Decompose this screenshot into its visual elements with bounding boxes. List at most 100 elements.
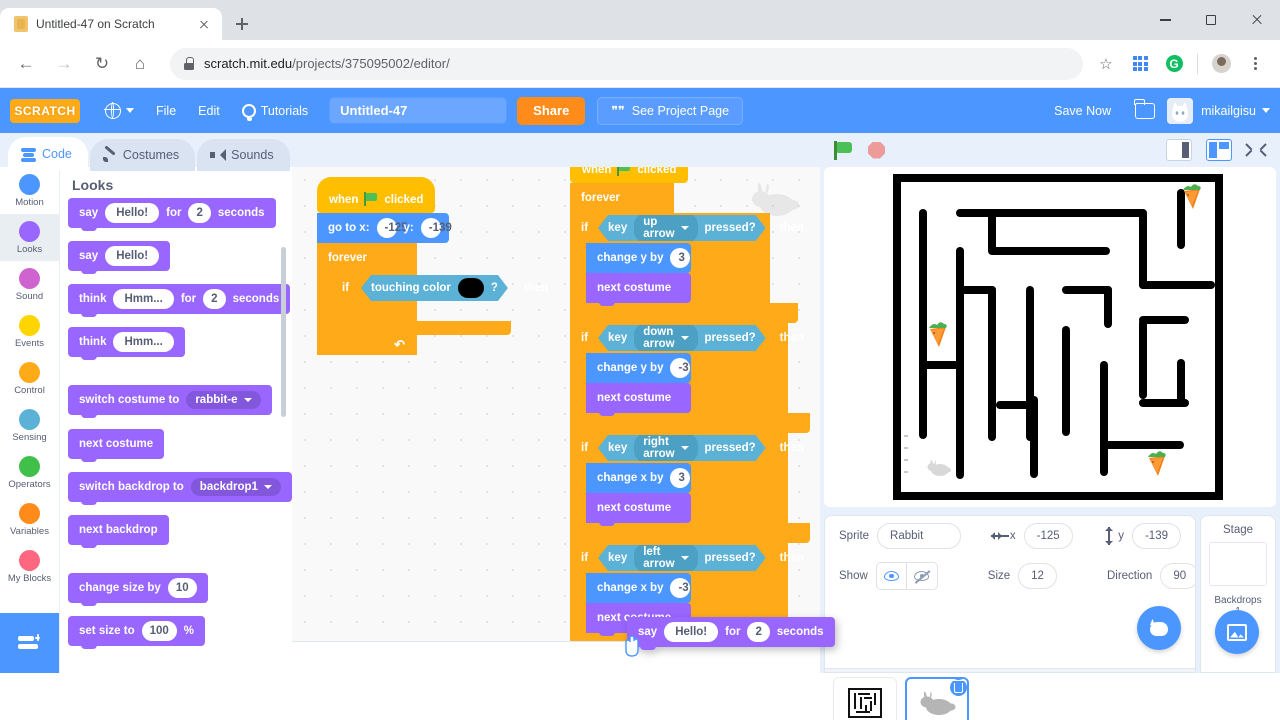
- block-input-y-delta[interactable]: 3: [670, 248, 691, 268]
- category-sound[interactable]: Sound: [0, 261, 59, 308]
- block-go-to-xy[interactable]: go to x: -125 y: -139: [317, 213, 452, 246]
- block-input-message[interactable]: Hello!: [105, 203, 160, 223]
- category-my-blocks[interactable]: My Blocks: [0, 543, 59, 590]
- block-if-right-arrow[interactable]: if key right arrow pressed? then change …: [570, 433, 810, 543]
- block-if-then[interactable]: if touching color ? then: [331, 273, 548, 335]
- category-events[interactable]: Events: [0, 308, 59, 355]
- new-tab-button[interactable]: [228, 10, 256, 38]
- home-icon[interactable]: ⌂: [124, 48, 156, 80]
- show-hidden-button[interactable]: [906, 562, 938, 590]
- tab-sounds[interactable]: Sounds: [197, 139, 290, 171]
- block-input-message[interactable]: Hmm...: [113, 289, 174, 309]
- block-input-seconds[interactable]: 2: [188, 203, 211, 223]
- block-dropdown-key[interactable]: right arrow: [634, 433, 697, 463]
- block-change-x-by[interactable]: change x by 3: [586, 463, 691, 496]
- x-position-input[interactable]: -125: [1023, 523, 1073, 549]
- large-stage-layout-button[interactable]: [1206, 139, 1232, 161]
- category-motion[interactable]: Motion: [0, 167, 59, 214]
- add-backdrop-button[interactable]: [1215, 610, 1259, 654]
- block-key-pressed[interactable]: key left arrow pressed?: [598, 545, 766, 571]
- y-position-input[interactable]: -139: [1131, 523, 1181, 549]
- menu-tutorials[interactable]: Tutorials: [231, 88, 319, 133]
- block-input-size[interactable]: 100: [141, 621, 177, 641]
- minimize-button[interactable]: [1142, 0, 1188, 40]
- block-change-y-by[interactable]: change y by -3: [586, 353, 691, 386]
- add-sprite-button[interactable]: [1137, 606, 1181, 650]
- color-swatch[interactable]: [458, 278, 484, 298]
- block-if-up-arrow[interactable]: if key up arrow pressed? then change y b…: [570, 213, 804, 323]
- scratch-logo[interactable]: SCRATCH: [10, 98, 80, 123]
- language-menu[interactable]: [94, 88, 145, 133]
- block-input-x-delta[interactable]: -3: [670, 578, 691, 598]
- fullscreen-icon[interactable]: [1245, 141, 1267, 159]
- block-input-x-delta[interactable]: 3: [670, 468, 691, 488]
- grammarly-extension-icon[interactable]: G: [1159, 49, 1189, 79]
- save-now-button[interactable]: Save Now: [1042, 104, 1123, 118]
- palette-block-change-size-by[interactable]: change size by 10: [68, 573, 208, 606]
- address-bar[interactable]: scratch.mit.edu/projects/375095002/edito…: [170, 47, 1083, 80]
- small-stage-layout-button[interactable]: [1166, 139, 1192, 161]
- block-next-costume[interactable]: next costume: [586, 383, 691, 416]
- palette-block-think[interactable]: think Hmm...: [68, 327, 185, 360]
- dragged-block-say-for-seconds[interactable]: say Hello! for 2 seconds: [627, 617, 835, 650]
- profile-avatar-icon[interactable]: [1206, 49, 1236, 79]
- block-forever[interactable]: forever if touching color ? then ↶: [317, 243, 548, 355]
- block-key-pressed[interactable]: key right arrow pressed?: [598, 435, 766, 461]
- show-visible-button[interactable]: [875, 562, 907, 590]
- block-input-message[interactable]: Hello!: [105, 246, 160, 266]
- size-input[interactable]: 12: [1018, 563, 1057, 589]
- block-if-down-arrow[interactable]: if key down arrow pressed? then change y…: [570, 323, 810, 433]
- block-key-pressed[interactable]: key up arrow pressed?: [598, 215, 766, 241]
- block-input-seconds[interactable]: 2: [203, 289, 226, 309]
- block-change-y-by[interactable]: change y by 3: [586, 243, 691, 276]
- close-button[interactable]: [1234, 0, 1280, 40]
- category-looks[interactable]: Looks: [0, 214, 59, 261]
- palette-block-think-for-seconds[interactable]: think Hmm... for 2 seconds: [68, 284, 291, 317]
- palette-block-switch-costume[interactable]: switch costume to rabbit-e: [68, 385, 272, 418]
- tab-code[interactable]: Code: [8, 137, 88, 171]
- hat-when-flag-clicked[interactable]: when clicked: [317, 177, 436, 213]
- share-button[interactable]: Share: [517, 96, 586, 125]
- direction-input[interactable]: 90: [1160, 563, 1195, 589]
- category-sensing[interactable]: Sensing: [0, 402, 59, 449]
- block-input-message[interactable]: Hmm...: [113, 332, 174, 352]
- tab-costumes[interactable]: Costumes: [89, 139, 196, 171]
- apps-grid-icon[interactable]: [1125, 49, 1155, 79]
- green-flag-icon[interactable]: [834, 140, 854, 160]
- username-label[interactable]: mikailgisu: [1201, 104, 1256, 118]
- palette-scrollbar[interactable]: [281, 247, 286, 417]
- browser-tab[interactable]: Untitled-47 on Scratch: [0, 8, 222, 40]
- menu-edit[interactable]: Edit: [187, 88, 231, 133]
- avatar[interactable]: [1167, 97, 1194, 124]
- block-input-y-delta[interactable]: -3: [670, 358, 691, 378]
- palette-block-next-costume[interactable]: next costume: [68, 429, 165, 462]
- reload-icon[interactable]: ↻: [86, 48, 118, 80]
- see-project-page-button[interactable]: ❞❞ See Project Page: [597, 96, 744, 125]
- block-input-x[interactable]: -125: [376, 218, 408, 238]
- palette-block-say-for-seconds[interactable]: say Hello! for 2 seconds: [68, 198, 276, 231]
- delete-sprite-button[interactable]: [948, 679, 967, 698]
- stage-backdrop-thumbnail[interactable]: [1209, 542, 1267, 586]
- block-dropdown-backdrop[interactable]: backdrop1: [190, 478, 281, 496]
- menu-file[interactable]: File: [145, 88, 187, 133]
- bookmark-star-icon[interactable]: ☆: [1091, 49, 1121, 79]
- block-key-pressed[interactable]: key down arrow pressed?: [598, 325, 766, 351]
- palette-block-say[interactable]: say Hello!: [68, 241, 171, 274]
- hat-when-flag-clicked-2[interactable]: when clicked: [570, 167, 689, 183]
- user-caret-down-icon[interactable]: [1262, 108, 1270, 113]
- back-arrow-icon[interactable]: ←: [10, 48, 42, 80]
- sprite-card-maze[interactable]: maze (2): [833, 677, 897, 720]
- sprite-card-rabbit[interactable]: Rabbit: [905, 677, 969, 720]
- palette-block-next-backdrop[interactable]: next backdrop: [68, 515, 169, 548]
- block-next-costume[interactable]: next costume: [586, 493, 691, 526]
- stop-sign-icon[interactable]: [868, 141, 885, 159]
- three-dot-menu-icon[interactable]: [1240, 49, 1270, 79]
- stage-canvas[interactable]: [824, 167, 1276, 507]
- project-name-input[interactable]: Untitled-47: [329, 97, 508, 124]
- script-touching-color[interactable]: when clicked go to x: -125 y: -139 forev…: [317, 177, 548, 355]
- block-forever-2[interactable]: forever if key up arrow pressed? then ch…: [570, 183, 810, 653]
- block-touching-color[interactable]: touching color ?: [361, 275, 508, 301]
- maximize-button[interactable]: [1188, 0, 1234, 40]
- block-dropdown-key[interactable]: up arrow: [634, 213, 697, 243]
- block-dropdown-key[interactable]: left arrow: [634, 543, 697, 573]
